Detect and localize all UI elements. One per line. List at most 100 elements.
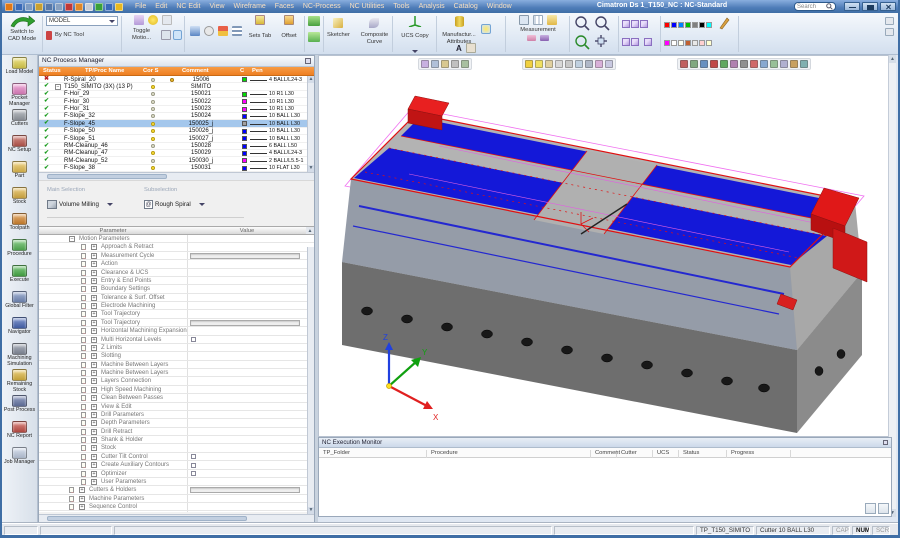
green-book2-icon[interactable] <box>308 32 320 42</box>
filter-display-icon[interactable] <box>595 60 603 68</box>
process-row[interactable]: ✔F-Slope_45150025_j10 BALL L30 <box>39 120 314 127</box>
parameter-row[interactable]: +Machine Parameters <box>39 495 314 503</box>
report-icon[interactable] <box>790 60 798 68</box>
import-icon[interactable] <box>55 3 63 11</box>
eraser-icon[interactable] <box>527 35 536 41</box>
collapse-icon[interactable]: − <box>69 236 75 242</box>
pin-icon[interactable] <box>65 3 73 11</box>
expand-icon[interactable]: + <box>91 445 97 451</box>
visibility-bulb-icon[interactable] <box>151 92 155 96</box>
print-monitor-icon[interactable] <box>865 503 876 514</box>
parameter-row[interactable]: +Clean Between Passes <box>39 394 314 402</box>
sidebar-item-job-manager[interactable]: Job Manager <box>2 445 37 471</box>
expand-icon[interactable]: + <box>79 496 85 502</box>
step-icon[interactable] <box>730 60 738 68</box>
model-3d-canvas[interactable]: Z Y X <box>319 56 892 436</box>
monitor-col-progress[interactable]: Progress <box>729 450 791 458</box>
process-row[interactable]: ✔F-Hor_3115002310 R1 L30 <box>39 106 314 113</box>
parameter-row[interactable]: +Drill Parameters <box>39 411 314 419</box>
parameter-row[interactable]: +Boundary Settings <box>39 285 314 293</box>
parameter-row[interactable]: +Action <box>39 260 314 268</box>
expand-icon[interactable]: + <box>91 303 97 309</box>
palette-color-swatch[interactable] <box>706 40 712 46</box>
parameter-row[interactable]: +High Speed Machining <box>39 386 314 394</box>
attribute-bulb-icon[interactable] <box>481 24 491 34</box>
col-c[interactable]: C <box>240 68 244 74</box>
simulate-icon[interactable] <box>680 60 688 68</box>
expand-icon[interactable]: + <box>91 429 97 435</box>
process-row[interactable]: ✔F-Slope_3215002410 BALL L30 <box>39 113 314 120</box>
motion-display-icon[interactable] <box>173 30 182 40</box>
visibility-bulb-icon[interactable] <box>151 85 155 89</box>
expand-icon[interactable]: + <box>91 278 97 284</box>
parameter-row[interactable]: +Cutter Tilt Control <box>39 453 314 461</box>
expand-icon[interactable]: + <box>91 320 97 326</box>
expand-icon[interactable]: + <box>79 487 85 493</box>
monitor-col-cutter[interactable]: Cutter <box>619 450 653 458</box>
sidebar-item-part[interactable]: Part <box>2 159 37 185</box>
flag-icon[interactable] <box>134 15 144 25</box>
palette-color-swatch[interactable] <box>678 22 684 28</box>
menu-faces[interactable]: Faces <box>275 0 294 13</box>
pan-icon[interactable] <box>595 35 607 47</box>
expand-icon[interactable]: + <box>91 395 97 401</box>
process-table-hscrollbar[interactable] <box>39 172 314 180</box>
parameter-row[interactable]: +Z Limits <box>39 344 314 352</box>
visibility-bulb-icon[interactable] <box>151 151 155 155</box>
tile-icon[interactable] <box>885 28 894 36</box>
visibility-bulb-icon[interactable] <box>151 144 155 148</box>
info-icon[interactable] <box>204 26 214 36</box>
menu-catalog[interactable]: Catalog <box>454 0 478 13</box>
visibility-bulb-icon[interactable] <box>151 129 155 133</box>
app-logo-icon[interactable] <box>5 3 13 11</box>
green-book-icon[interactable] <box>308 16 320 26</box>
value-field[interactable] <box>190 320 300 326</box>
zoom-all-icon[interactable] <box>576 36 589 49</box>
process-row[interactable]: ✔F-Hor_3015002210 R1 L30 <box>39 98 314 105</box>
process-row[interactable]: ✖R-Spiral_20150064 BALL/L24-3 <box>39 76 314 83</box>
model-dropdown[interactable]: MODEL <box>46 16 118 26</box>
monitor-col-comment[interactable]: Comment <box>593 450 617 458</box>
expand-icon[interactable]: + <box>91 471 97 477</box>
sidebar-item-post-process[interactable]: Post Process <box>2 393 37 419</box>
visibility-bulb-icon[interactable] <box>151 107 155 111</box>
menu-nc-process[interactable]: NC-Process <box>303 0 341 13</box>
palette-color-swatch[interactable] <box>699 22 705 28</box>
col-value[interactable]: Value <box>188 228 306 234</box>
parameter-row[interactable]: +Shank & Holder <box>39 436 314 444</box>
sidebar-item-nc-report[interactable]: NC Report <box>2 419 37 445</box>
search-input[interactable]: Search <box>794 2 836 11</box>
expand-icon[interactable]: + <box>79 504 85 510</box>
monitor-col-status[interactable]: Status <box>681 450 727 458</box>
menu-nc-edit[interactable]: NC Edit <box>176 0 200 13</box>
expand-icon[interactable]: + <box>91 244 97 250</box>
sidebar-item-execute[interactable]: Execute <box>2 263 37 289</box>
col-pen[interactable]: Pen <box>252 68 263 74</box>
sidebar-item-remaining-stock[interactable]: Remaining Stock <box>2 367 37 393</box>
next-state-icon[interactable] <box>575 60 583 68</box>
menu-view[interactable]: View <box>209 0 224 13</box>
scroll-up-icon[interactable]: ▲ <box>306 227 314 234</box>
expand-icon[interactable]: + <box>91 362 97 368</box>
parameter-row[interactable]: +Optimizer <box>39 470 314 478</box>
sidebar-item-cutters[interactable]: Cutters <box>2 107 37 133</box>
visibility-bulb-icon[interactable] <box>151 78 155 82</box>
help-icon[interactable] <box>115 3 123 11</box>
sidebar-item-stock[interactable]: Stock <box>2 185 37 211</box>
zoom-window-icon[interactable] <box>441 60 449 68</box>
minimize-button[interactable] <box>844 2 860 11</box>
expand-icon[interactable]: + <box>91 261 97 267</box>
verify-icon[interactable] <box>690 60 698 68</box>
print-icon[interactable] <box>25 3 33 11</box>
show-bulb-icon[interactable] <box>525 60 533 68</box>
process-row[interactable]: ✔F-Slope_51150027_j10 BALL L30 <box>39 135 314 142</box>
compare-icon[interactable] <box>780 60 788 68</box>
screen-icon[interactable] <box>105 3 113 11</box>
expand-icon[interactable]: + <box>91 270 97 276</box>
orient-view-icon[interactable] <box>421 60 429 68</box>
parameter-row[interactable]: +Measurement Cycle <box>39 252 314 260</box>
expand-icon[interactable]: + <box>91 337 97 343</box>
parameter-row[interactable]: +View & Edit <box>39 403 314 411</box>
process-row[interactable]: ✔RM-Cleanup_52150030_j2 BALL/L5.5-1 <box>39 157 314 164</box>
sidebar-item-navigator[interactable]: Navigator <box>2 315 37 341</box>
